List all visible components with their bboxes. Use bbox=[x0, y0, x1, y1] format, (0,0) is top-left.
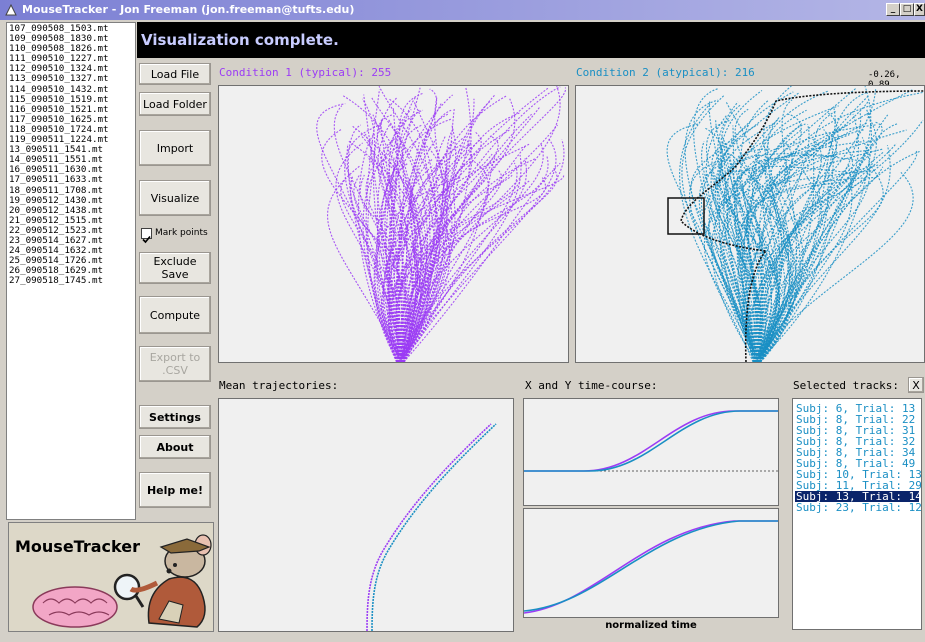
y-timecourse-plot bbox=[524, 520, 778, 614]
trajectory-line bbox=[754, 171, 914, 362]
load-folder-button[interactable]: Load Folder bbox=[139, 92, 211, 116]
selected-track-item[interactable]: Subj: 23, Trial: 12 bbox=[795, 502, 921, 513]
about-button[interactable]: About bbox=[139, 435, 211, 459]
settings-button[interactable]: Settings bbox=[139, 405, 211, 429]
condition2-label: Condition 2 (atypical): 216 bbox=[576, 66, 755, 79]
window-title: MouseTracker - Jon Freeman (jon.freeman@… bbox=[22, 3, 355, 16]
status-bar: Visualization complete. bbox=[137, 22, 925, 58]
checkmark-icon bbox=[142, 235, 151, 244]
x-timecourse-condition1 bbox=[524, 410, 778, 472]
mouse-detective-illustration bbox=[32, 534, 212, 628]
mean-trajectories-label: Mean trajectories: bbox=[219, 379, 339, 392]
xy-timecourse-label: X and Y time-course: bbox=[525, 379, 658, 392]
y-timecourse-condition1 bbox=[524, 520, 778, 614]
visualize-button[interactable]: Visualize bbox=[139, 180, 211, 216]
status-text: Visualization complete. bbox=[141, 31, 339, 49]
compute-button[interactable]: Compute bbox=[139, 296, 211, 334]
mousetracker-logo: MouseTracker bbox=[8, 522, 214, 632]
x-timecourse-panel bbox=[523, 398, 779, 506]
window-titlebar: MouseTracker - Jon Freeman (jon.freeman@… bbox=[0, 0, 925, 20]
maximize-button[interactable]: □ bbox=[900, 3, 914, 16]
file-list[interactable]: 107_090508_1503.mt 109_090508_1830.mt 110_… bbox=[6, 22, 136, 520]
normalized-time-label: normalized time bbox=[605, 620, 697, 631]
mark-points-label: Mark points bbox=[155, 228, 208, 238]
mean-trajectories-panel bbox=[218, 398, 514, 632]
close-button[interactable]: X bbox=[914, 3, 925, 16]
condition2-trajectories-panel[interactable] bbox=[575, 85, 925, 363]
y-timecourse-panel bbox=[523, 508, 779, 618]
condition1-label: Condition 1 (typical): 255 bbox=[219, 66, 392, 79]
exclude-save-button[interactable]: Exclude Save bbox=[139, 252, 211, 284]
condition1-trajectories-panel[interactable] bbox=[218, 85, 569, 363]
y-timecourse-condition2 bbox=[524, 520, 778, 612]
selected-tracks-list[interactable]: Subj: 6, Trial: 13 Subj: 8, Trial: 22 Subj… bbox=[792, 398, 922, 630]
clear-selected-tracks-button[interactable]: X bbox=[908, 377, 924, 393]
mean-trajectory-condition2 bbox=[371, 423, 497, 631]
minimize-button[interactable]: _ bbox=[886, 3, 900, 16]
condition1-trajectories-plot bbox=[316, 86, 566, 362]
file-list-item[interactable]: 17_090511_1633.mt bbox=[9, 175, 133, 185]
mark-points-checkbox[interactable] bbox=[141, 228, 152, 244]
mean-trajectory-condition1 bbox=[366, 423, 492, 631]
x-timecourse-plot bbox=[524, 410, 778, 472]
x-timecourse-condition2 bbox=[524, 410, 778, 472]
import-button[interactable]: Import bbox=[139, 130, 211, 166]
trajectory-line bbox=[741, 181, 848, 362]
app-icon bbox=[5, 3, 17, 16]
help-button[interactable]: Help me! bbox=[139, 472, 211, 508]
file-list-item[interactable]: 27_090518_1745.mt bbox=[9, 276, 133, 286]
load-file-button[interactable]: Load File bbox=[139, 63, 211, 85]
selected-tracks-label: Selected tracks: bbox=[793, 379, 899, 392]
mean-trajectories-plot bbox=[366, 423, 497, 631]
condition2-trajectories-plot bbox=[666, 86, 924, 362]
export-csv-button[interactable]: Export to .CSV bbox=[139, 346, 211, 382]
trajectory-line bbox=[399, 145, 527, 362]
